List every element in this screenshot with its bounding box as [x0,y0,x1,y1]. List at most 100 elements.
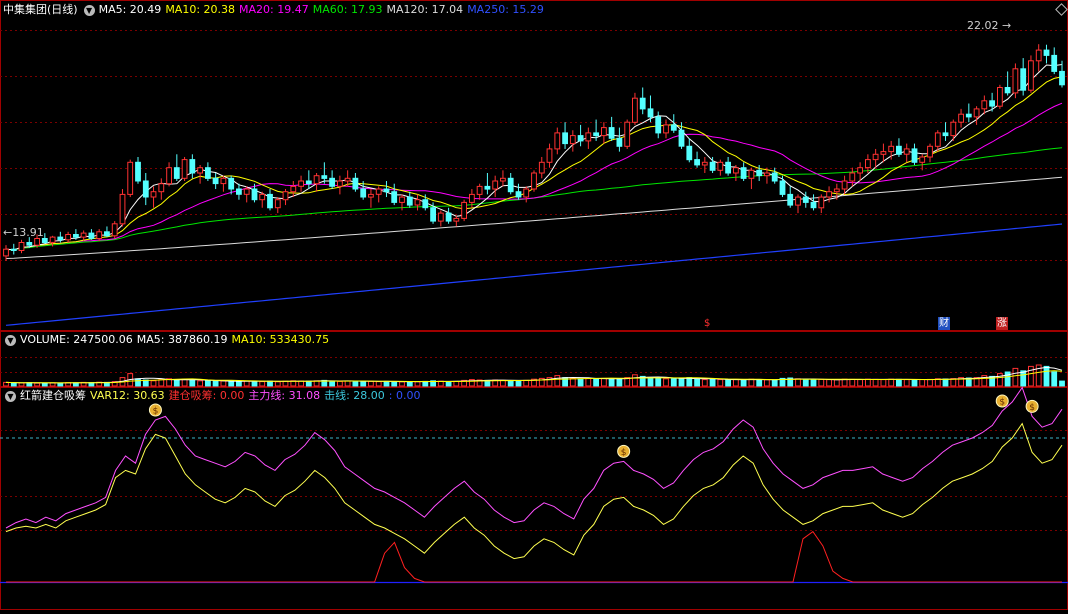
event-flag-rise[interactable]: 涨 [996,317,1008,330]
volume-bar [267,380,273,387]
volume-bar [228,380,235,387]
candle-up [833,188,840,193]
candle-up [344,177,351,182]
candle-up [601,127,607,137]
candle-up [65,234,71,241]
volume-bar [818,378,825,387]
candle-up [717,161,724,171]
volume-bar [802,379,809,387]
ma60-line [6,147,1063,251]
volume-bar [220,380,227,387]
indicator-label-4: 击线: 28.00 [324,389,385,402]
volume-bar [942,378,949,387]
ma-label-2: MA20: 19.47 [239,3,309,16]
event-flag-finance[interactable]: 财 [938,317,950,330]
candle-down [1051,54,1058,72]
candle-down [647,108,654,118]
candle-down [383,188,390,193]
volume-bar [57,382,64,387]
candle-up [197,167,203,174]
volume-bar [1043,365,1050,387]
candle-up [880,151,887,155]
volume-bar [857,379,864,387]
event-flag-dividend[interactable]: $ [703,317,711,330]
candle-down [236,188,242,195]
candle-up [841,180,848,190]
chevron-down-icon[interactable]: ▼ [83,4,95,16]
candle-down [896,145,902,155]
volume-bar [554,375,561,387]
candle-up [1028,60,1034,91]
volume-bar [764,379,770,387]
candle-up [111,223,118,237]
candle-up [523,188,530,198]
candle-up [701,161,708,166]
stock-chart[interactable]: $ $ $ $ [0,0,1068,614]
volume-bar [756,379,763,387]
candle-down [360,188,367,198]
candle-up [150,191,157,198]
ma-label-1: MA10: 20.38 [165,3,236,16]
volume-bar [414,381,421,387]
candle-up [764,172,770,177]
volume-bar [305,380,312,387]
candle-down [787,193,794,206]
chevron-down-icon[interactable]: ▼ [5,390,16,402]
candle-up [282,191,289,201]
candle-down [515,191,522,198]
volume-bar [771,379,778,387]
candle-down [1004,87,1011,94]
candle-up [569,135,576,145]
indicator-legend: 红箭建仓吸筹 VAR12: 30.63 建仓吸筹: 0.00 主力线: 31.08 击线… [20,389,425,402]
volume-legend: VOLUME: 247500.06 MA5: 387860.19 MA10: 533… [20,333,333,346]
volume-bar [212,380,219,387]
volume-bar [709,378,716,387]
candle-up [927,145,933,158]
volume-label-1: MA5: 387860.19 [136,333,228,346]
volume-panel-header: ▼ VOLUME: 247500.06 MA5: 387860.19 MA10: 53… [3,332,337,348]
ma-legend: MA5: 20.49 MA10: 20.38 MA20: 19.47 MA60: 17… [99,3,548,16]
volume-bar [608,378,615,387]
volume-bar [632,374,638,387]
candle-down [725,161,732,174]
ma-label-0: MA5: 20.49 [98,3,162,16]
candle-up [290,185,297,193]
candle-down [779,180,786,195]
volume-bar [717,379,724,387]
candle-up [181,159,188,179]
volume-bar [259,381,266,387]
candle-up [624,121,631,147]
candle-up [500,177,506,182]
candle-down [205,167,211,179]
candle-up [950,121,957,137]
volume-bar [523,379,530,387]
candle-up [546,148,553,163]
candle-up [632,97,638,123]
chevron-down-icon[interactable]: ▼ [5,334,16,346]
candle-up [733,167,739,174]
volume-bar [725,379,732,387]
candle-down [678,129,685,147]
volume-bar [694,378,701,387]
period-high-label: 22.02 → [967,19,1012,32]
candle-down [989,100,996,107]
candle-up [469,193,475,203]
candle-down [73,234,79,238]
candle-up [919,156,926,163]
candle-down [608,127,615,139]
volume-bar [740,379,747,387]
candle-down [321,175,328,179]
volume-bar [678,377,685,387]
candle-up [375,188,382,195]
candle-up [1012,68,1019,94]
candle-up [437,212,444,222]
volume-bar [569,377,576,387]
candle-up [663,124,669,134]
candle-up [414,199,421,206]
volume-bar [41,382,48,387]
indicator-label-2: 建仓吸筹: 0.00 [168,389,245,402]
candle-up [872,153,879,161]
volume-bar [577,378,584,387]
volume-bar [329,380,336,387]
volume-bar [849,378,856,387]
